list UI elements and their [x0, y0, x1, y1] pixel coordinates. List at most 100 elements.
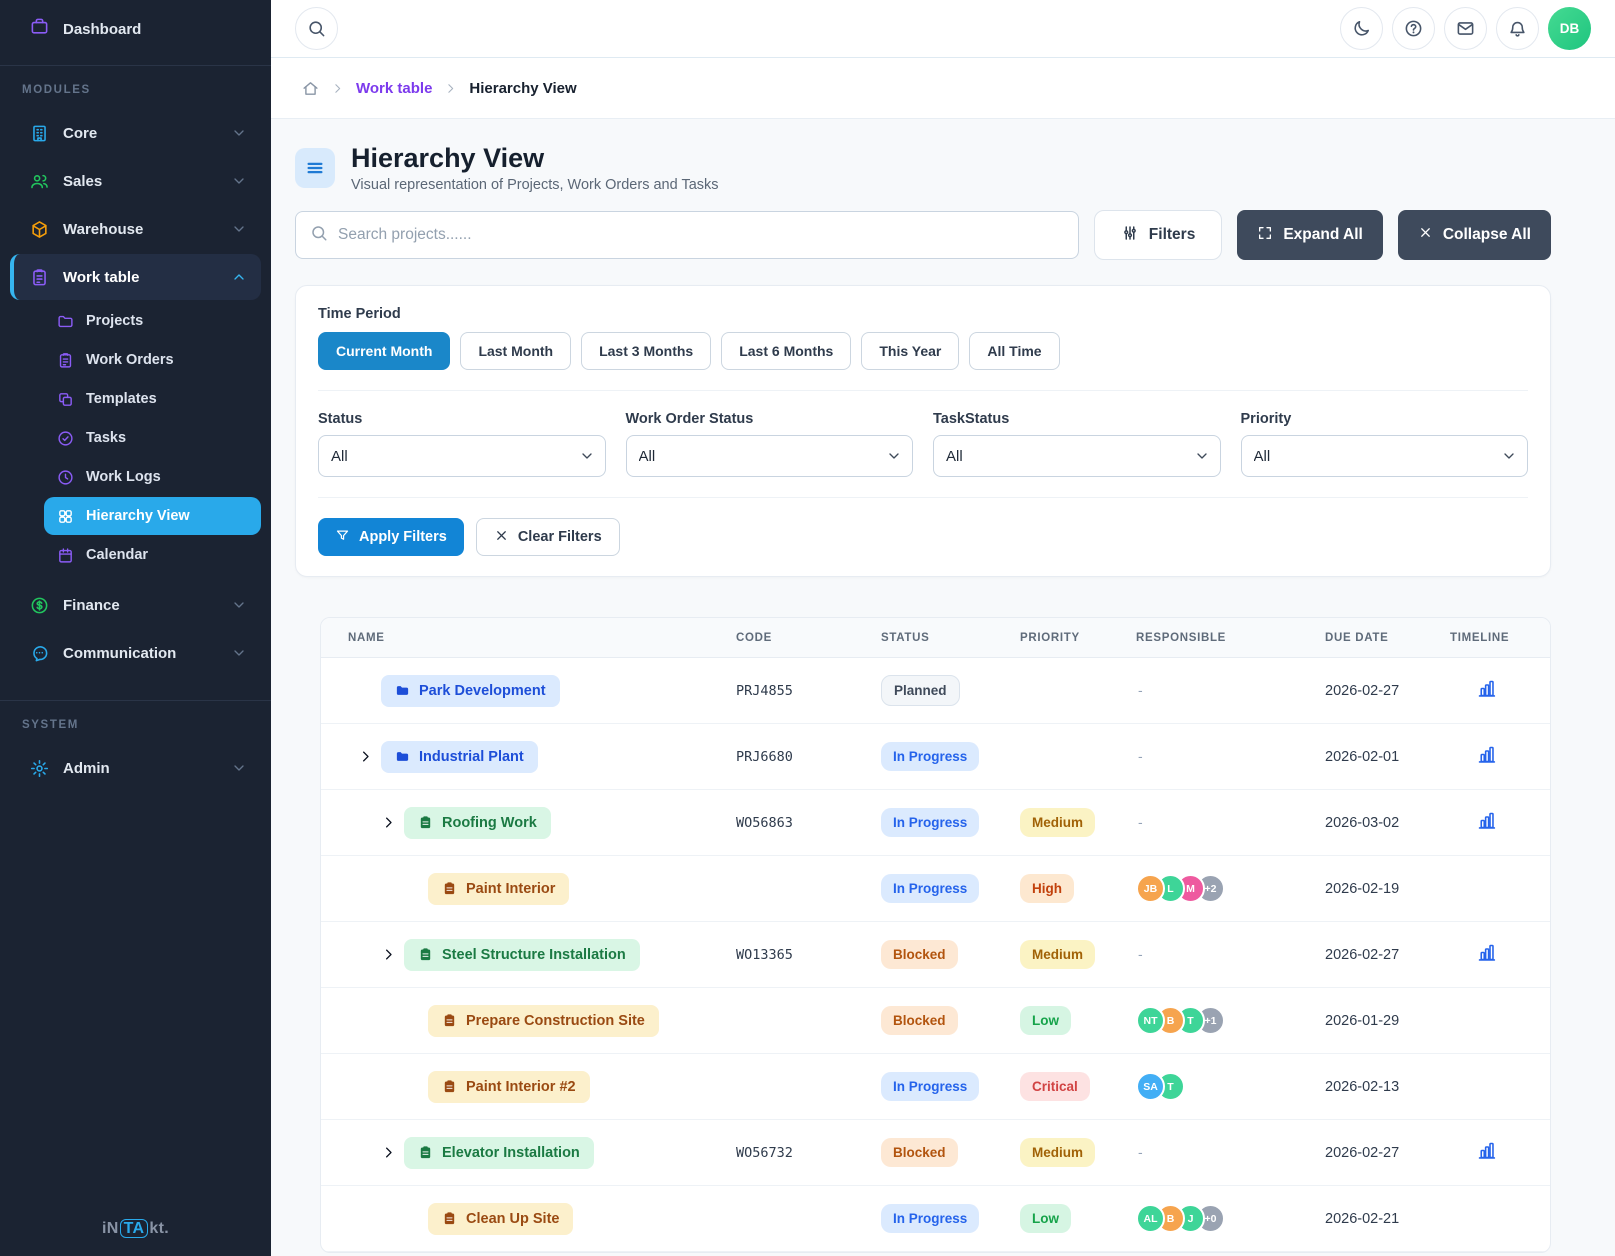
grid-icon [57, 508, 74, 525]
sidebar-item-calendar[interactable]: Calendar [44, 536, 261, 574]
sidebar-section-modules: MODULES [22, 84, 271, 96]
row-expander[interactable] [381, 1145, 396, 1160]
project-name-pill[interactable]: Park Development [381, 675, 560, 707]
sidebar-item-warehouse[interactable]: Warehouse [10, 206, 261, 252]
search-icon [307, 19, 326, 38]
breadcrumb-work-table[interactable]: Work table [356, 80, 432, 97]
search-input[interactable] [338, 226, 1064, 244]
search-box [295, 211, 1079, 259]
task-name-pill[interactable]: Paint Interior #2 [428, 1071, 590, 1103]
chevron-right-icon [444, 82, 457, 95]
breadcrumb: Work table Hierarchy View [271, 58, 1615, 119]
bar-chart-icon [1476, 810, 1497, 831]
sidebar-item-communication[interactable]: Communication [10, 630, 261, 676]
filter-select-status[interactable]: All [318, 435, 606, 477]
timeline-chart-button[interactable] [1476, 942, 1497, 963]
divider [0, 65, 271, 66]
row-code: PRJ6680 [736, 749, 793, 765]
period-this-year[interactable]: This Year [861, 332, 959, 370]
row-name: Clean Up Site [466, 1211, 559, 1227]
clear-filters-button[interactable]: Clear Filters [476, 518, 620, 556]
responsible-cell: - [1126, 748, 1315, 766]
avatar: AL [1136, 1204, 1165, 1233]
sidebar-item-core[interactable]: Core [10, 110, 261, 156]
filter-select-taskstatus[interactable]: All [933, 435, 1221, 477]
home-icon[interactable] [302, 80, 319, 97]
timeline-chart-button[interactable] [1476, 810, 1497, 831]
collapse-all-button[interactable]: Collapse All [1398, 210, 1551, 260]
timeline-chart-button[interactable] [1476, 744, 1497, 765]
apply-filters-label: Apply Filters [359, 529, 447, 545]
clipboard-solid-icon [442, 1211, 457, 1226]
divider [0, 700, 271, 701]
sidebar-item-dashboard[interactable]: Dashboard [10, 7, 261, 51]
priority-badge: Medium [1020, 808, 1095, 837]
building-icon [30, 124, 49, 143]
table-row: Park DevelopmentPRJ4855Planned-2026-02-2… [321, 658, 1550, 724]
notifications-button[interactable] [1496, 7, 1539, 50]
sidebar-item-tasks[interactable]: Tasks [44, 419, 261, 457]
sidebar-item-projects[interactable]: Projects [44, 302, 261, 340]
user-avatar[interactable]: DB [1548, 7, 1591, 50]
users-icon [30, 172, 49, 191]
sidebar-item-finance[interactable]: Finance [10, 582, 261, 628]
due-date-cell: 2026-02-27 [1315, 946, 1440, 964]
apply-filters-button[interactable]: Apply Filters [318, 518, 464, 556]
responsible-cell: - [1126, 814, 1315, 832]
bar-chart-icon [1476, 942, 1497, 963]
clipboard-solid-icon [418, 815, 433, 830]
copy-icon [57, 391, 74, 408]
timeline-chart-button[interactable] [1476, 1140, 1497, 1161]
due-date-cell: 2026-02-27 [1315, 682, 1440, 700]
name-cell: Elevator Installation [321, 1137, 726, 1169]
period-last-3-months[interactable]: Last 3 Months [581, 332, 711, 370]
messages-button[interactable] [1444, 7, 1487, 50]
filter-select-work-order-status[interactable]: All [626, 435, 914, 477]
sidebar-item-admin[interactable]: Admin [10, 745, 261, 791]
filters-button[interactable]: Filters [1094, 210, 1223, 260]
period-current-month[interactable]: Current Month [318, 332, 450, 370]
due-date: 2026-02-27 [1325, 683, 1399, 699]
sidebar-item-label: Core [63, 125, 217, 142]
expand-all-button[interactable]: Expand All [1237, 210, 1383, 260]
workorder-name-pill[interactable]: Steel Structure Installation [404, 939, 640, 971]
sidebar-item-hierarchy-view[interactable]: Hierarchy View [44, 497, 261, 535]
select-wrap: All [1241, 435, 1529, 477]
workorder-name-pill[interactable]: Elevator Installation [404, 1137, 594, 1169]
task-name-pill[interactable]: Paint Interior [428, 873, 569, 905]
project-name-pill[interactable]: Industrial Plant [381, 741, 538, 773]
help-button[interactable] [1392, 7, 1435, 50]
row-expander[interactable] [358, 749, 373, 764]
period-all-time[interactable]: All Time [969, 332, 1059, 370]
task-name-pill[interactable]: Clean Up Site [428, 1203, 573, 1235]
priority-cell: Low [1010, 1006, 1126, 1035]
row-name: Prepare Construction Site [466, 1013, 645, 1029]
filter-select-priority[interactable]: All [1241, 435, 1529, 477]
table-header: NAMECODESTATUSPRIORITYRESPONSIBLEDUE DAT… [321, 618, 1550, 658]
logo-text-accent: TA [120, 1219, 149, 1238]
sidebar-item-templates[interactable]: Templates [44, 380, 261, 418]
task-name-pill[interactable]: Prepare Construction Site [428, 1005, 659, 1037]
search-icon [310, 224, 328, 242]
sidebar-item-work-logs[interactable]: Work Logs [44, 458, 261, 496]
avatar: SA [1136, 1072, 1165, 1101]
period-last-month[interactable]: Last Month [460, 332, 571, 370]
priority-cell: Medium [1010, 808, 1126, 837]
sliders-icon [1121, 224, 1139, 242]
search-button[interactable] [295, 7, 338, 50]
filter-label: Work Order Status [626, 411, 914, 427]
due-date: 2026-02-27 [1325, 947, 1399, 963]
period-last-6-months[interactable]: Last 6 Months [721, 332, 851, 370]
sidebar-item-work-table[interactable]: Work table [10, 254, 261, 300]
row-expander[interactable] [381, 947, 396, 962]
filter-selects: StatusAllWork Order StatusAllTaskStatusA… [318, 411, 1528, 477]
column-header-status: STATUS [871, 632, 1010, 644]
bell-icon [1508, 19, 1527, 38]
workorder-name-pill[interactable]: Roofing Work [404, 807, 551, 839]
sidebar-item-sales[interactable]: Sales [10, 158, 261, 204]
row-expander[interactable] [381, 815, 396, 830]
sidebar-item-work-orders[interactable]: Work Orders [44, 341, 261, 379]
name-cell: Prepare Construction Site [321, 1005, 726, 1037]
dark-mode-toggle[interactable] [1340, 7, 1383, 50]
timeline-chart-button[interactable] [1476, 678, 1497, 699]
